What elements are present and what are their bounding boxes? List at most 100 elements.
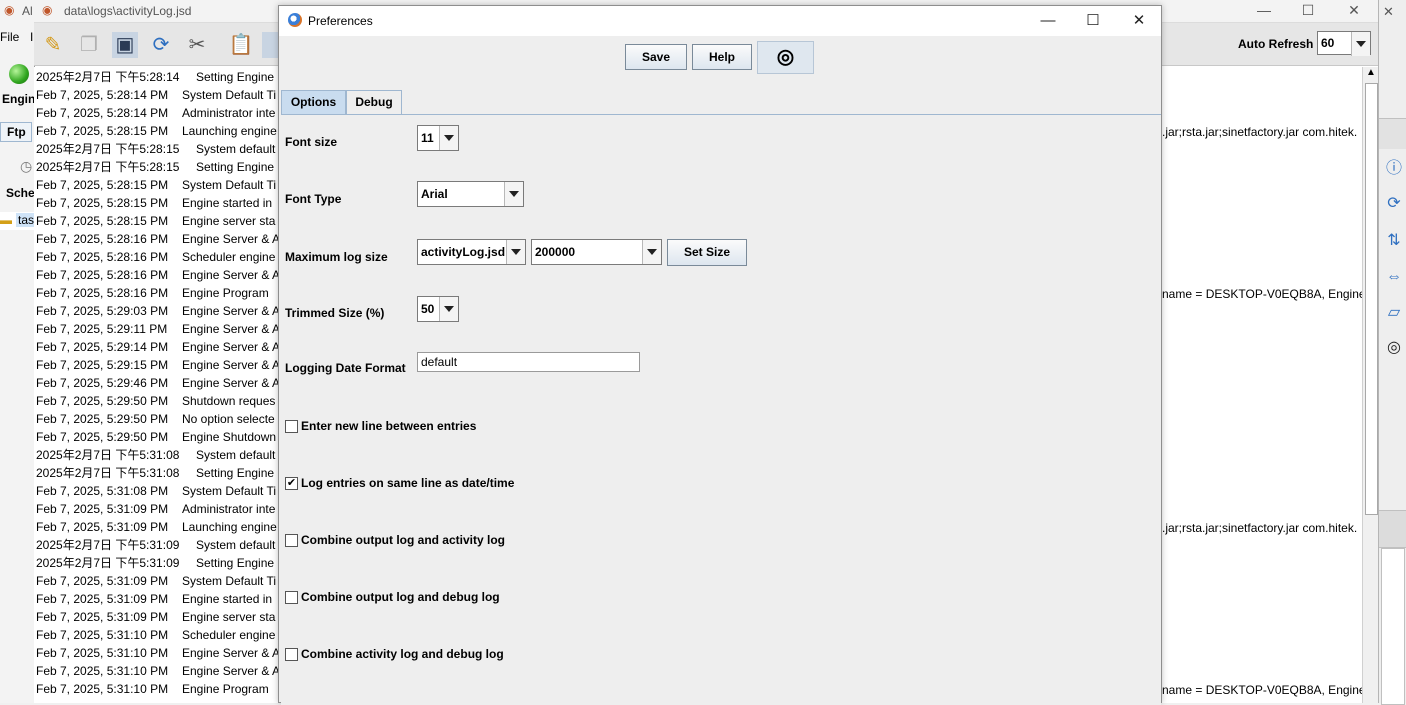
scroll-up-icon[interactable]: ▲ xyxy=(1366,67,1376,78)
clipboard-icon[interactable]: 📋 xyxy=(228,32,254,58)
log-row[interactable]: 2025年2月7日 下午5:31:08 Setting Engine xyxy=(36,464,274,482)
menu-second[interactable]: I xyxy=(30,30,33,44)
log-message: No option selecte xyxy=(182,412,275,426)
tab-debug[interactable]: Debug xyxy=(346,90,402,114)
log-row[interactable]: 2025年2月7日 下午5:28:15 Setting Engine xyxy=(36,158,274,176)
eraser-icon[interactable]: ▱ xyxy=(1383,302,1405,324)
option-checkbox[interactable] xyxy=(285,648,298,661)
cut-icon[interactable]: ✂ xyxy=(184,32,210,58)
tool-strip-divider[interactable] xyxy=(1379,510,1406,548)
option-checkbox-label[interactable]: Enter new line between entries xyxy=(301,419,476,433)
max-log-size-select[interactable]: 200000 xyxy=(531,239,662,265)
scrollbar-thumb[interactable] xyxy=(1365,83,1378,515)
tab-ftp[interactable]: Ftp xyxy=(0,122,32,142)
option-checkbox[interactable] xyxy=(285,591,298,604)
log-row[interactable]: Feb 7, 2025, 5:31:09 PM Engine server sta xyxy=(36,608,275,626)
date-format-input[interactable]: default xyxy=(417,352,640,372)
log-row[interactable]: Feb 7, 2025, 5:28:15 PM Engine server sta xyxy=(36,212,275,230)
toolbar-extra-icon[interactable] xyxy=(262,32,278,58)
log-row[interactable]: Feb 7, 2025, 5:31:10 PM Engine Program xyxy=(36,680,269,698)
log-row[interactable]: Feb 7, 2025, 5:28:15 PM Engine started in xyxy=(36,194,272,212)
close-icon[interactable]: ✕ xyxy=(1128,10,1150,32)
log-row[interactable]: Feb 7, 2025, 5:28:15 PM Launching engine xyxy=(36,122,277,140)
log-row[interactable]: Feb 7, 2025, 5:29:50 PM No option selecte xyxy=(36,410,275,428)
maximize-icon[interactable]: ☐ xyxy=(1298,2,1318,19)
minimize-icon[interactable]: — xyxy=(1037,10,1059,32)
save-icon[interactable]: ▣ xyxy=(112,32,138,58)
option-checkbox-label[interactable]: Log entries on same line as date/time xyxy=(301,476,514,490)
trimmed-size-select[interactable]: 50 xyxy=(417,296,459,322)
log-row[interactable]: Feb 7, 2025, 5:28:14 PM System Default Ti xyxy=(36,86,276,104)
font-type-select[interactable]: Arial xyxy=(417,181,524,207)
app-icon: ◉ xyxy=(4,3,15,17)
log-row[interactable]: Feb 7, 2025, 5:29:14 PM Engine Server & A xyxy=(36,338,279,356)
tree-item-task[interactable]: tas xyxy=(16,213,37,227)
log-row[interactable]: Feb 7, 2025, 5:31:10 PM Engine Server & A xyxy=(36,662,279,680)
maximize-icon[interactable]: ☐ xyxy=(1082,10,1104,32)
target-icon[interactable]: ◎ xyxy=(757,41,814,74)
log-row[interactable]: Feb 7, 2025, 5:29:50 PM Shutdown reques xyxy=(36,392,275,410)
chevron-down-icon[interactable] xyxy=(439,126,458,150)
log-row[interactable]: 2025年2月7日 下午5:28:15 System default xyxy=(36,140,275,158)
log-row[interactable]: Feb 7, 2025, 5:31:09 PM Launching engine xyxy=(36,518,277,536)
log-row[interactable]: Feb 7, 2025, 5:28:15 PM System Default Ti xyxy=(36,176,276,194)
log-vertical-scrollbar[interactable]: ▲ xyxy=(1362,67,1379,703)
log-row[interactable]: 2025年2月7日 下午5:31:09 System default xyxy=(36,536,275,554)
log-date: Feb 7, 2025, 5:29:46 PM xyxy=(36,376,169,390)
sync-icon[interactable]: ⟳ xyxy=(1383,193,1405,215)
chevron-down-icon[interactable] xyxy=(439,297,458,321)
menu-file[interactable]: File xyxy=(0,30,19,44)
info-icon[interactable]: ⓘ xyxy=(1383,158,1405,180)
tab-options[interactable]: Options xyxy=(281,90,346,114)
log-message: System default xyxy=(196,538,276,552)
log-date: Feb 7, 2025, 5:28:15 PM xyxy=(36,196,169,210)
chevron-down-icon[interactable] xyxy=(504,182,523,206)
log-row[interactable]: 2025年2月7日 下午5:28:14 Setting Engine xyxy=(36,68,274,86)
resize-width-icon[interactable]: ⇔ xyxy=(1383,266,1405,288)
chevron-down-icon[interactable] xyxy=(642,240,661,264)
log-row[interactable]: Feb 7, 2025, 5:29:11 PM Engine Server & A xyxy=(36,320,279,338)
edit-icon[interactable]: ✎ xyxy=(40,32,66,58)
option-checkbox[interactable]: ✔ xyxy=(285,477,298,490)
option-checkbox[interactable] xyxy=(285,420,298,433)
log-row[interactable]: Feb 7, 2025, 5:28:16 PM Engine Program xyxy=(36,284,269,302)
close-icon[interactable]: ✕ xyxy=(1383,4,1394,20)
log-row[interactable]: Feb 7, 2025, 5:31:09 PM Administrator int… xyxy=(36,500,275,518)
log-row[interactable]: Feb 7, 2025, 5:29:50 PM Engine Shutdown xyxy=(36,428,276,446)
log-row[interactable]: Feb 7, 2025, 5:29:15 PM Engine Server & A xyxy=(36,356,279,374)
set-size-button[interactable]: Set Size xyxy=(667,239,747,266)
log-date: Feb 7, 2025, 5:31:08 PM xyxy=(36,484,169,498)
engine-status-icon[interactable] xyxy=(9,64,29,84)
target-icon[interactable]: ◎ xyxy=(1383,337,1405,359)
log-row[interactable]: Feb 7, 2025, 5:29:46 PM Engine Server & A xyxy=(36,374,279,392)
log-row[interactable]: Feb 7, 2025, 5:31:10 PM Engine Server & A xyxy=(36,644,279,662)
log-row[interactable]: Feb 7, 2025, 5:31:08 PM System Default Ti xyxy=(36,482,276,500)
log-row[interactable]: Feb 7, 2025, 5:29:03 PM Engine Server & A xyxy=(36,302,279,320)
log-row[interactable]: 2025年2月7日 下午5:31:08 System default xyxy=(36,446,275,464)
chevron-down-icon[interactable] xyxy=(506,240,525,264)
log-row[interactable]: 2025年2月7日 下午5:31:09 Setting Engine xyxy=(36,554,274,572)
minimize-icon[interactable]: — xyxy=(1254,2,1274,18)
sort-icon[interactable]: ⇅ xyxy=(1383,230,1405,252)
refresh-icon[interactable]: ⟳ xyxy=(148,32,174,58)
log-row[interactable]: Feb 7, 2025, 5:28:16 PM Engine Server & A xyxy=(36,230,279,248)
option-checkbox-label[interactable]: Combine output log and activity log xyxy=(301,533,505,547)
close-icon[interactable]: ✕ xyxy=(1344,2,1364,19)
option-checkbox-label[interactable]: Combine activity log and debug log xyxy=(301,647,504,661)
font-size-select[interactable]: 11 xyxy=(417,125,459,151)
auto-refresh-select[interactable]: 60 xyxy=(1317,31,1371,56)
log-row[interactable]: Feb 7, 2025, 5:28:16 PM Scheduler engine xyxy=(36,248,275,266)
log-row[interactable]: Feb 7, 2025, 5:28:16 PM Engine Server & A xyxy=(36,266,279,284)
option-checkbox-label[interactable]: Combine output log and debug log xyxy=(301,590,500,604)
chevron-down-icon[interactable] xyxy=(1351,32,1370,56)
log-row[interactable]: Feb 7, 2025, 5:31:09 PM Engine started in xyxy=(36,590,272,608)
option-checkbox[interactable] xyxy=(285,534,298,547)
log-row[interactable]: Feb 7, 2025, 5:28:14 PM Administrator int… xyxy=(36,104,275,122)
log-date: Feb 7, 2025, 5:29:14 PM xyxy=(36,340,169,354)
help-button[interactable]: Help xyxy=(692,44,752,70)
save-button[interactable]: Save xyxy=(625,44,687,70)
log-file-select[interactable]: activityLog.jsd xyxy=(417,239,526,265)
copy-icon[interactable]: ❐ xyxy=(76,32,102,58)
log-row[interactable]: Feb 7, 2025, 5:31:10 PM Scheduler engine xyxy=(36,626,275,644)
log-row[interactable]: Feb 7, 2025, 5:31:09 PM System Default Ti xyxy=(36,572,276,590)
